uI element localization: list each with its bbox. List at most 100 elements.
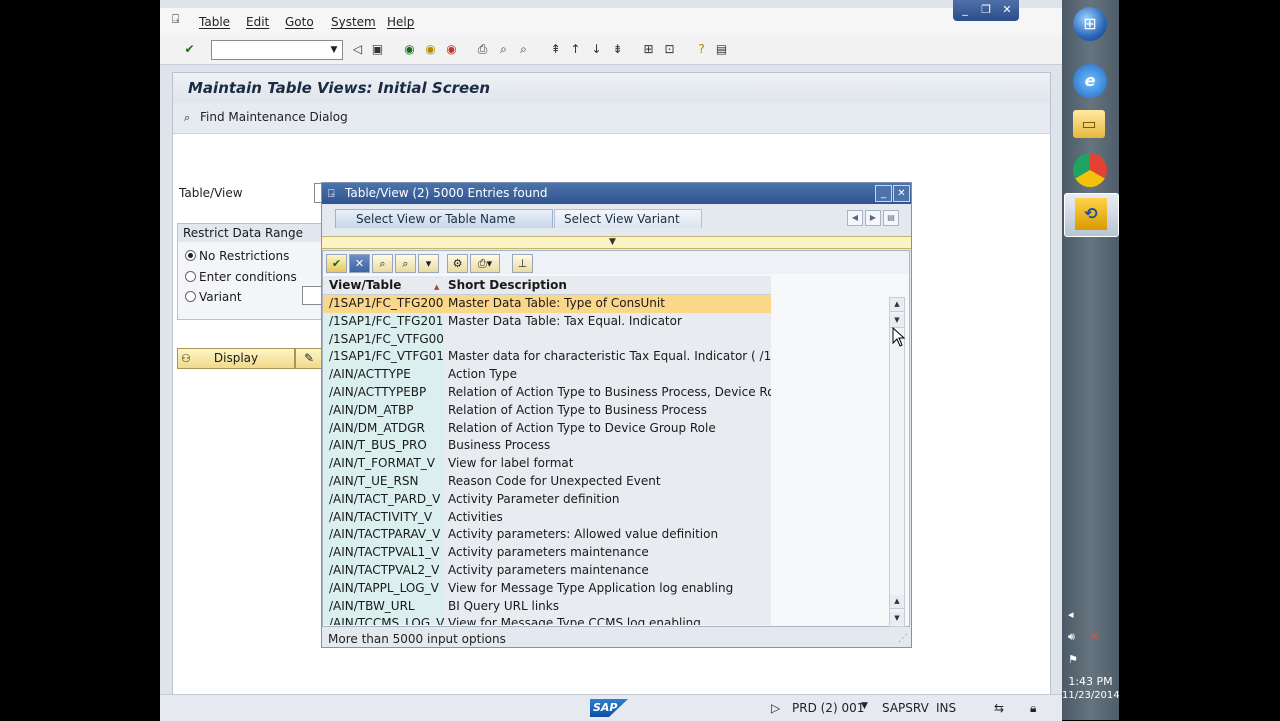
tray-expand-icon[interactable]: ◂: [1068, 608, 1074, 621]
menu-edit[interactable]: Edit: [246, 15, 269, 29]
menu-bar: ⍈ Table Edit Goto System Help: [160, 8, 1062, 36]
menu-help[interactable]: Help: [387, 15, 414, 29]
volume-icon[interactable]: 🔊︎: [1068, 630, 1075, 644]
network-error-icon[interactable]: ✕: [1090, 630, 1099, 643]
clock-time[interactable]: 1:43 PM: [1062, 675, 1119, 688]
minimize-button[interactable]: _: [957, 3, 973, 17]
close-button[interactable]: ✕: [999, 3, 1015, 17]
tab-scroll-right-icon[interactable]: ▶: [865, 210, 881, 226]
new-session-icon[interactable]: ⊞: [641, 42, 656, 57]
tab-select-view-variant[interactable]: Select View Variant: [554, 209, 702, 228]
exit-icon[interactable]: ◉: [423, 42, 438, 57]
chrome-icon[interactable]: [1073, 153, 1107, 187]
table-row[interactable]: /1SAP1/FC_TFG200 Master Data Table: Type …: [323, 295, 771, 313]
action-center-icon[interactable]: ⚑: [1068, 653, 1078, 666]
display-button[interactable]: ⚇ Display: [177, 348, 295, 369]
scroll-page-up-icon[interactable]: ▲: [890, 595, 904, 609]
clock-date[interactable]: 11/23/2014: [1062, 690, 1120, 701]
table-row[interactable]: /AIN/TAPPL_LOG_V View for Message Type Ap…: [323, 579, 771, 598]
cell-view-table: /1SAP1/FC_TFG201: [323, 312, 444, 331]
help-icon[interactable]: ?: [694, 42, 709, 57]
table-row[interactable]: /AIN/T_UE_RSN Reason Code for Unexpected …: [323, 472, 771, 491]
menu-table[interactable]: Table: [199, 15, 230, 29]
standard-toolbar: ✔ ▼ ◁ ▣ ◉ ◉ ◉ ⎙ ⌕ ⌕ ⇞ ↑ ↓ ⇟ ⊞ ⊡ ? ▤: [160, 36, 1062, 65]
save-icon[interactable]: ▣: [370, 42, 385, 57]
table-row[interactable]: /1SAP1/FC_VTFG00: [323, 330, 771, 349]
table-row[interactable]: /1SAP1/FC_VTFG01 Master data for characte…: [323, 348, 771, 367]
radio-variant[interactable]: Variant: [185, 290, 242, 304]
shortcut-icon[interactable]: ⊡: [662, 42, 677, 57]
cell-view-table: /AIN/TACTPARAV_V: [323, 526, 444, 545]
copy-checkmark-icon[interactable]: ✔: [326, 254, 347, 273]
criteria-collapse-bar[interactable]: ▼: [322, 236, 911, 249]
history-back-icon[interactable]: ◁: [350, 42, 365, 57]
tab-select-view-or-table-name[interactable]: Select View or Table Name: [335, 209, 553, 228]
command-field[interactable]: [211, 40, 343, 60]
table-row[interactable]: /AIN/T_FORMAT_V View for label format: [323, 455, 771, 473]
back-icon[interactable]: ◉: [402, 42, 417, 57]
cancel-x-icon[interactable]: ✕: [349, 254, 370, 273]
previous-page-icon[interactable]: ↑: [568, 42, 583, 57]
tab-list-icon[interactable]: ▤: [883, 210, 899, 226]
scroll-page-down-icon[interactable]: ▼: [890, 314, 904, 328]
scroll-up-icon[interactable]: ▲: [890, 298, 904, 312]
cell-view-table: /AIN/TAPPL_LOG_V: [323, 579, 444, 598]
col-view-table[interactable]: View/Table: [329, 276, 401, 294]
cancel-icon[interactable]: ◉: [444, 42, 459, 57]
table-row[interactable]: /AIN/TACTPARAV_V Activity parameters: All…: [323, 526, 771, 545]
insert-mode: INS: [936, 701, 957, 715]
resize-grip-icon[interactable]: ⋰: [898, 633, 908, 644]
table-row[interactable]: /1SAP1/FC_TFG201 Master Data Table: Tax E…: [323, 312, 771, 331]
collapse-arrow-icon[interactable]: ▼: [609, 237, 616, 247]
enter-check-icon[interactable]: ✔: [182, 42, 197, 57]
find-next-binoculars-icon[interactable]: ⌕: [395, 254, 416, 273]
table-row[interactable]: /AIN/DM_ATBP Relation of Action Type to B…: [323, 401, 771, 420]
table-row[interactable]: /AIN/TACTPVAL1_V Activity parameters main…: [323, 544, 771, 562]
find-next-icon[interactable]: ⌕: [516, 42, 531, 57]
last-page-icon[interactable]: ⇟: [610, 42, 625, 57]
cell-view-table: /1SAP1/FC_TFG200: [323, 295, 444, 313]
information-icon[interactable]: ⊥: [512, 254, 533, 273]
menu-system[interactable]: System: [331, 15, 376, 29]
find-maintenance-dialog-button[interactable]: ⌕ Find Maintenance Dialog: [184, 108, 348, 126]
print-icon[interactable]: ⎙: [475, 42, 490, 57]
table-row[interactable]: /AIN/TACT_PARD_V Activity Parameter defin…: [323, 490, 771, 509]
windows-start-orb-icon[interactable]: ⊞: [1073, 7, 1107, 41]
table-row[interactable]: /AIN/T_BUS_PRO Business Process: [323, 437, 771, 456]
popup-minimize-button[interactable]: _: [875, 185, 892, 202]
popup-window-controls: _ ✕: [875, 185, 910, 202]
find-icon[interactable]: ⌕: [496, 42, 511, 57]
popup-close-button[interactable]: ✕: [893, 185, 910, 202]
find-binoculars-icon[interactable]: ⌕: [372, 254, 393, 273]
scroll-down-icon[interactable]: ▼: [890, 612, 904, 625]
menu-exit-icon[interactable]: ⍈: [172, 12, 179, 27]
table-row[interactable]: /AIN/TACTIVITY_V Activities: [323, 508, 771, 527]
table-row[interactable]: /AIN/DM_ATDGR Relation of Action Type to …: [323, 419, 771, 438]
first-page-icon[interactable]: ⇞: [548, 42, 563, 57]
restore-button[interactable]: ❐: [978, 3, 994, 17]
internet-explorer-icon[interactable]: e: [1073, 64, 1107, 98]
command-dropdown-icon[interactable]: ▼: [326, 40, 342, 60]
table-row[interactable]: /AIN/TCCMS_LOG_V View for Message Type CC…: [323, 615, 771, 625]
maintain-button[interactable]: ✎: [295, 348, 323, 369]
cell-short-description: Activity parameters: Allowed value defin…: [444, 526, 771, 545]
print-dropdown-icon[interactable]: ⎙▾: [470, 254, 500, 273]
tab-scroll-left-icon[interactable]: ◀: [847, 210, 863, 226]
table-row[interactable]: /AIN/ACTTYPE Action Type: [323, 366, 771, 384]
menu-goto[interactable]: Goto: [285, 15, 314, 29]
sap-logon-taskbar-button[interactable]: ⟲: [1064, 193, 1119, 237]
radio-enter-conditions[interactable]: Enter conditions: [185, 270, 297, 284]
col-short-description[interactable]: Short Description: [448, 276, 567, 294]
file-explorer-icon[interactable]: ▭: [1073, 110, 1105, 138]
radio-no-restrictions[interactable]: No Restrictions: [185, 249, 289, 263]
filter-icon[interactable]: ▾: [418, 254, 439, 273]
layout-icon[interactable]: ▤: [714, 42, 729, 57]
table-row[interactable]: /AIN/ACTTYPEBP Relation of Action Type to…: [323, 383, 771, 402]
cell-short-description: Relation of Action Type to Business Proc…: [444, 383, 771, 402]
table-row[interactable]: /AIN/TBW_URL BI Query URL links: [323, 597, 771, 616]
settings-icon[interactable]: ⚙: [447, 254, 468, 273]
status-expand-icon[interactable]: ▷: [771, 701, 780, 715]
next-page-icon[interactable]: ↓: [589, 42, 604, 57]
table-row[interactable]: /AIN/TACTPVAL2_V Activity parameters main…: [323, 561, 771, 580]
system-info-dropdown-icon[interactable]: ▼: [861, 701, 868, 711]
